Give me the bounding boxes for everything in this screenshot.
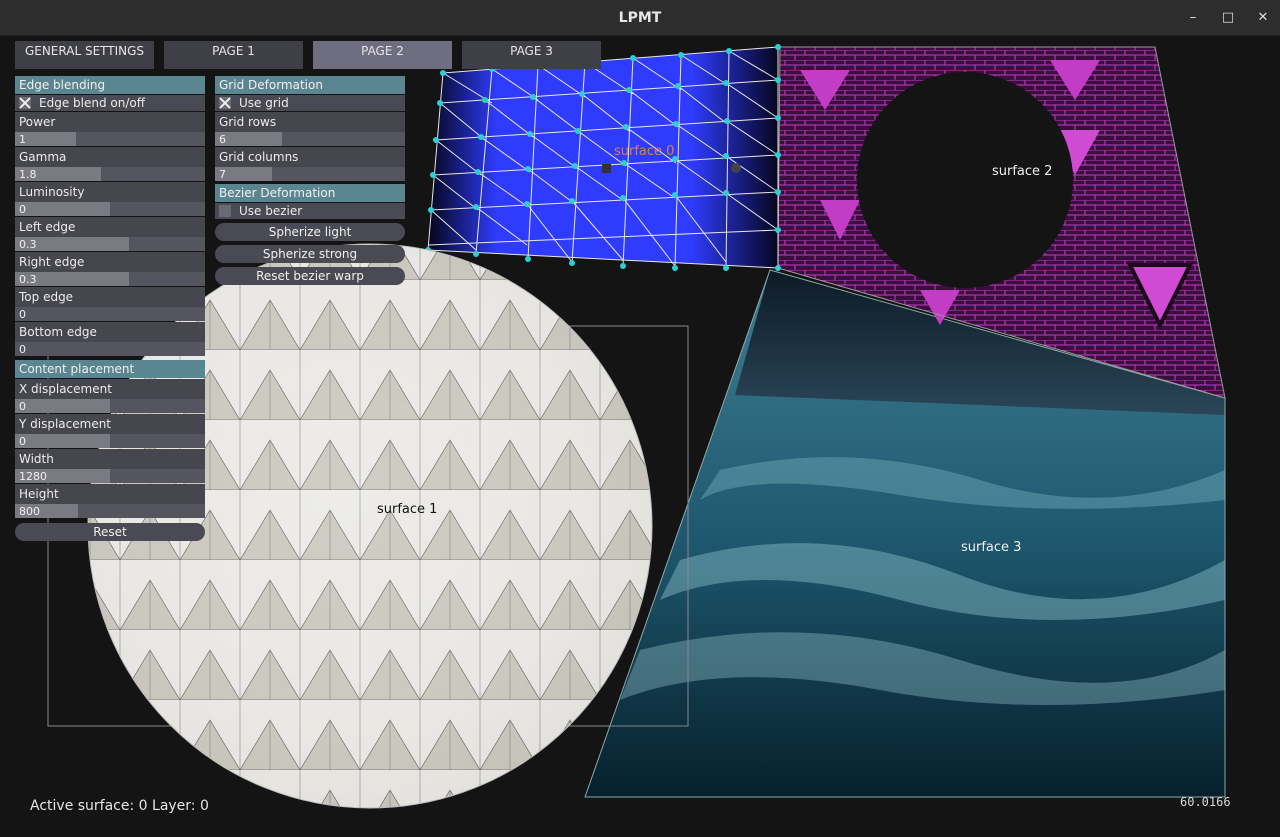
spherize-strong-button[interactable]: Spherize strong [215, 245, 405, 263]
slider-label: Luminosity [15, 182, 205, 202]
slider-label: Bottom edge [15, 322, 205, 342]
slider-track[interactable]: 0.3 [15, 237, 205, 251]
content-x-displacement-slider[interactable]: X displacement 0 [15, 379, 205, 413]
slider-value: 0 [19, 343, 26, 356]
slider-label: Width [15, 449, 205, 469]
edge-gamma-slider[interactable]: Gamma 1.8 [15, 147, 205, 181]
checkbox-unchecked-icon[interactable] [219, 205, 231, 217]
slider-track[interactable]: 800 [15, 504, 205, 518]
edge-blending-panel: Edge blending Edge blend on/off Power 1 Ga… [15, 76, 205, 545]
slider-track[interactable]: 0.3 [15, 272, 205, 286]
edge-bottom-edge-slider[interactable]: Bottom edge 0 [15, 322, 205, 356]
slider-value: 1 [19, 133, 26, 146]
bezier-deformation-header: Bezier Deformation [215, 184, 405, 202]
use-bezier-checkbox[interactable]: Use bezier [215, 203, 405, 219]
content-placement-header: Content placement [15, 360, 205, 378]
slider-label: Gamma [15, 147, 205, 167]
slider-value: 0 [19, 435, 26, 448]
slider-value: 0 [19, 203, 26, 216]
grid-handle-square[interactable] [602, 164, 611, 173]
tab-page-3[interactable]: PAGE 3 [462, 41, 601, 69]
slider-label: Y displacement [15, 414, 205, 434]
grid-grid-columns-slider[interactable]: Grid columns 7 [215, 147, 405, 181]
surface-2-label: surface 2 [992, 164, 1053, 179]
slider-track[interactable]: 1280 [15, 469, 205, 483]
slider-label: Grid columns [215, 147, 405, 167]
slider-track[interactable]: 0 [15, 202, 205, 216]
edge-blend-label: Edge blend on/off [39, 96, 145, 110]
slider-label: X displacement [15, 379, 205, 399]
slider-track[interactable]: 1 [15, 132, 205, 146]
slider-fill [15, 434, 110, 448]
reset-bezier-warp-button[interactable]: Reset bezier warp [215, 267, 405, 285]
slider-label: Grid rows [215, 112, 405, 132]
grid-panel: Grid Deformation Use grid Grid rows 6 Grid… [215, 76, 405, 289]
use-grid-checkbox[interactable]: Use grid [215, 95, 405, 111]
slider-value: 0 [19, 400, 26, 413]
use-bezier-label: Use bezier [239, 204, 303, 218]
surface-0-label: surface 0 [614, 144, 675, 159]
slider-label: Height [15, 484, 205, 504]
slider-fill [15, 202, 110, 216]
checkbox-checked-icon[interactable] [19, 97, 31, 109]
slider-value: 0.3 [19, 273, 37, 286]
surface-0-grid[interactable] [425, 44, 781, 271]
slider-track[interactable]: 0 [15, 434, 205, 448]
edge-power-slider[interactable]: Power 1 [15, 112, 205, 146]
fps-counter: 60.0166 [1180, 795, 1231, 809]
active-surface-status: Active surface: 0 Layer: 0 [30, 798, 209, 814]
slider-track[interactable]: 0 [15, 399, 205, 413]
slider-value: 1280 [19, 470, 47, 483]
tab-page-1[interactable]: PAGE 1 [164, 41, 303, 69]
grid-deformation-header: Grid Deformation [215, 76, 405, 94]
slider-value: 7 [219, 168, 226, 181]
slider-track[interactable]: 0 [15, 342, 205, 356]
slider-label: Power [15, 112, 205, 132]
slider-track[interactable]: 0 [15, 307, 205, 321]
slider-label: Top edge [15, 287, 205, 307]
edge-right-edge-slider[interactable]: Right edge 0.3 [15, 252, 205, 286]
edge-blend-checkbox[interactable]: Edge blend on/off [15, 95, 205, 111]
spherize-light-button[interactable]: Spherize light [215, 223, 405, 241]
content-width-slider[interactable]: Width 1280 [15, 449, 205, 483]
checkbox-checked-icon[interactable] [219, 97, 231, 109]
surface-3-label: surface 3 [961, 540, 1022, 555]
slider-value: 1.8 [19, 168, 37, 181]
slider-track[interactable]: 6 [215, 132, 405, 146]
tab-page-2[interactable]: PAGE 2 [313, 41, 452, 69]
slider-track[interactable]: 1.8 [15, 167, 205, 181]
reset-button[interactable]: Reset [15, 523, 205, 541]
grid-grid-rows-slider[interactable]: Grid rows 6 [215, 112, 405, 146]
slider-value: 0 [19, 308, 26, 321]
slider-value: 6 [219, 133, 226, 146]
tab-general-settings[interactable]: GENERAL SETTINGS [15, 41, 154, 69]
edge-left-edge-slider[interactable]: Left edge 0.3 [15, 217, 205, 251]
grid-handle-circle[interactable] [731, 163, 741, 173]
edge-luminosity-slider[interactable]: Luminosity 0 [15, 182, 205, 216]
slider-label: Left edge [15, 217, 205, 237]
edge-blending-header: Edge blending [15, 76, 205, 94]
use-grid-label: Use grid [239, 96, 289, 110]
content-y-displacement-slider[interactable]: Y displacement 0 [15, 414, 205, 448]
surface-1-label: surface 1 [377, 502, 438, 517]
edge-top-edge-slider[interactable]: Top edge 0 [15, 287, 205, 321]
slider-track[interactable]: 7 [215, 167, 405, 181]
slider-label: Right edge [15, 252, 205, 272]
slider-value: 0.3 [19, 238, 37, 251]
content-height-slider[interactable]: Height 800 [15, 484, 205, 518]
slider-fill [15, 399, 110, 413]
slider-value: 800 [19, 505, 40, 518]
